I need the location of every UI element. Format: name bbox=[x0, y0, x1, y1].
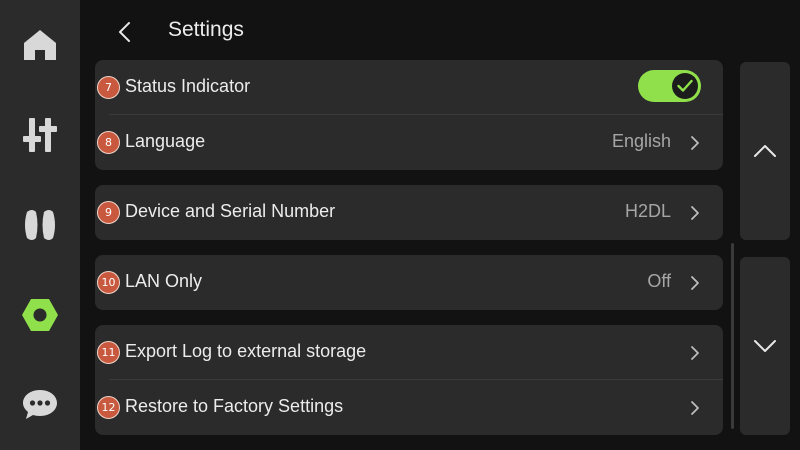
back-button[interactable] bbox=[110, 17, 138, 47]
sidebar-item-controls[interactable] bbox=[0, 100, 80, 170]
filament-spool-icon bbox=[25, 210, 55, 240]
chevron-right-icon bbox=[691, 401, 699, 415]
settings-panel: Settings 7 Status Indicator 8 Language E… bbox=[80, 0, 800, 450]
row-value: Off bbox=[647, 271, 671, 291]
row-number-badge: 11 bbox=[97, 341, 120, 364]
row-label: LAN Only bbox=[125, 271, 203, 291]
scroll-down-button[interactable] bbox=[740, 257, 790, 435]
settings-card-device: 9 Device and Serial Number H2DL bbox=[95, 185, 723, 240]
settings-card-display: 7 Status Indicator 8 Language English bbox=[95, 60, 723, 170]
row-label: Restore to Factory Settings bbox=[125, 396, 344, 416]
row-label: Device and Serial Number bbox=[125, 201, 336, 221]
settings-row-factory-reset[interactable]: 12 Restore to Factory Settings bbox=[95, 380, 723, 435]
settings-row-language[interactable]: 8 Language English bbox=[95, 115, 723, 170]
toggle-knob bbox=[672, 73, 698, 99]
settings-card-maintenance: 11 Export Log to external storage 12 Res… bbox=[95, 325, 723, 435]
scrollbar[interactable] bbox=[731, 243, 734, 429]
chevron-up-icon bbox=[754, 145, 776, 157]
sliders-icon bbox=[23, 118, 57, 152]
row-number-badge: 12 bbox=[97, 396, 120, 419]
settings-row-export-log[interactable]: 11 Export Log to external storage bbox=[95, 325, 723, 380]
chevron-right-icon bbox=[691, 346, 699, 360]
settings-card-network: 10 LAN Only Off bbox=[95, 255, 723, 310]
row-label: Export Log to external storage bbox=[125, 341, 367, 361]
settings-hex-icon bbox=[22, 299, 58, 331]
row-number-badge: 8 bbox=[97, 131, 120, 154]
settings-row-device-serial[interactable]: 9 Device and Serial Number H2DL bbox=[95, 185, 723, 240]
chevron-left-icon bbox=[119, 22, 130, 42]
sidebar-item-messages[interactable] bbox=[0, 370, 80, 440]
row-value: H2DL bbox=[624, 201, 671, 221]
row-number-badge: 9 bbox=[97, 201, 120, 224]
check-icon bbox=[677, 79, 693, 92]
chevron-right-icon bbox=[691, 136, 699, 150]
chevron-right-icon bbox=[691, 206, 699, 220]
sidebar-item-filament[interactable] bbox=[0, 190, 80, 260]
chat-icon bbox=[23, 390, 57, 419]
settings-row-status-indicator[interactable]: 7 Status Indicator bbox=[95, 60, 723, 115]
sidebar-nav bbox=[0, 0, 80, 450]
row-value: English bbox=[611, 131, 671, 151]
row-number-badge: 10 bbox=[97, 271, 120, 294]
header: Settings bbox=[80, 0, 800, 62]
status-indicator-toggle[interactable] bbox=[638, 70, 701, 102]
row-label: Status Indicator bbox=[125, 76, 251, 96]
settings-row-lan-only[interactable]: 10 LAN Only Off bbox=[95, 255, 723, 310]
row-label: Language bbox=[125, 131, 206, 151]
scroll-up-button[interactable] bbox=[740, 62, 790, 240]
row-number-badge: 7 bbox=[97, 76, 120, 99]
chevron-down-icon bbox=[754, 340, 776, 352]
chevron-right-icon bbox=[691, 276, 699, 290]
page-title: Settings bbox=[168, 18, 244, 41]
sidebar-item-home[interactable] bbox=[0, 10, 80, 80]
sidebar-item-settings[interactable] bbox=[0, 280, 80, 350]
home-icon bbox=[24, 30, 56, 60]
